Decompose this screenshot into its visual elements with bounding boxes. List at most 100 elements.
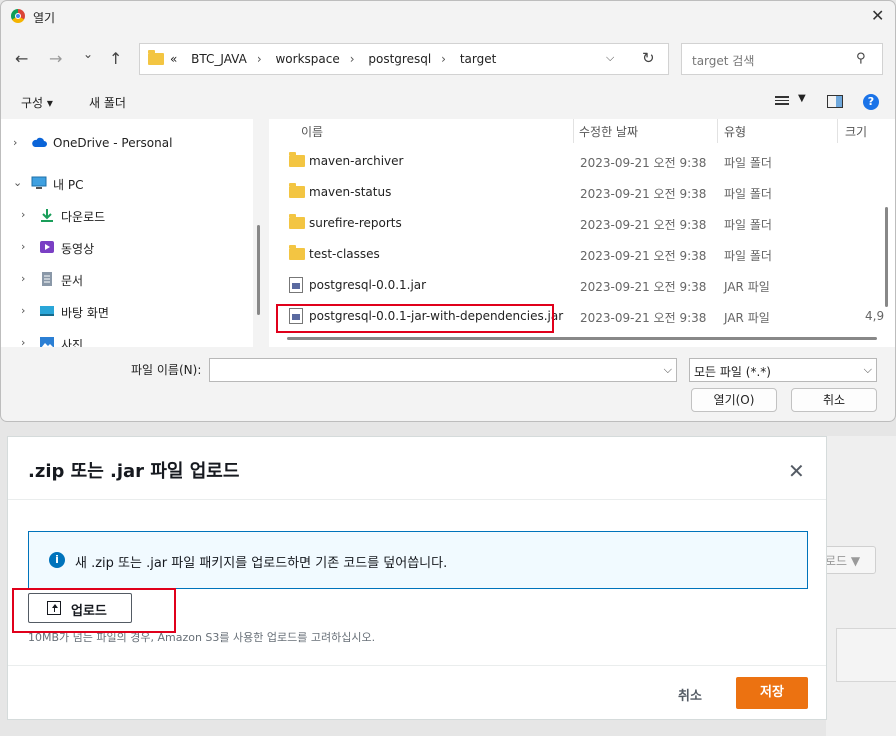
file-date: 2023-09-21 오전 9:38 [580, 311, 707, 325]
tree-item-videos[interactable]: › 동영상 [1, 237, 251, 259]
file-name: postgresql-0.0.1.jar [309, 278, 427, 292]
chevron-right-icon: › [21, 240, 26, 253]
folder-icon [289, 152, 305, 167]
chevron-down-icon[interactable]: ⌵ [664, 363, 672, 377]
chevron-right-icon: › [21, 272, 26, 285]
breadcrumb: « BTC_JAVA › workspace › postgresql › targe… [170, 52, 506, 66]
chevron-right-icon: › [21, 336, 26, 347]
column-header-size[interactable]: 크기 [845, 123, 867, 140]
sort-ascending-icon: ^ [429, 119, 438, 126]
column-divider[interactable] [717, 119, 718, 143]
column-divider[interactable] [573, 119, 574, 143]
highlight-box-jar [276, 304, 554, 333]
tree-item-downloads[interactable]: › 다운로드 [1, 205, 251, 227]
nav-pane-scrollbar[interactable] [257, 225, 260, 315]
search-placeholder: target 검색 [692, 54, 755, 68]
column-divider[interactable] [837, 119, 838, 143]
close-icon[interactable]: ✕ [788, 459, 805, 483]
download-icon [39, 208, 55, 222]
chevron-down-icon: ⌵ [863, 363, 872, 376]
chrome-icon [11, 9, 25, 23]
back-arrow-icon[interactable]: ← [15, 49, 28, 68]
file-type: JAR 파일 [724, 311, 770, 325]
file-type: 파일 폴더 [724, 156, 772, 170]
title-bar: 열기 ✕ [1, 1, 895, 33]
file-row[interactable]: surefire-reports 2023-09-21 오전 9:38 파일 폴… [277, 208, 877, 238]
breadcrumb-overflow[interactable]: « [170, 52, 177, 66]
column-header-date[interactable]: 수정한 날짜 [579, 123, 638, 140]
tree-item-pictures[interactable]: › 사진 [1, 333, 251, 347]
save-button[interactable]: 저장 [736, 677, 808, 709]
folder-icon [289, 214, 305, 229]
tree-item-label: 동영상 [61, 242, 95, 256]
upload-modal: .zip 또는 .jar 파일 업로드 ✕ i 새 .zip 또는 .jar 파… [7, 436, 827, 720]
filename-input[interactable]: ⌵ [209, 358, 677, 382]
view-options-icon[interactable] [775, 96, 789, 107]
chevron-right-icon: › [13, 136, 18, 149]
view-dropdown-icon[interactable]: ▼ [798, 93, 806, 104]
file-date: 2023-09-21 오전 9:38 [580, 156, 707, 170]
cancel-button[interactable]: 취소 [791, 388, 877, 412]
chevron-right-icon: › [21, 304, 26, 317]
file-row[interactable]: maven-archiver 2023-09-21 오전 9:38 파일 폴더 [277, 146, 877, 176]
tree-item-documents[interactable]: › 문서 [1, 269, 251, 291]
breadcrumb-item[interactable]: postgresql [368, 52, 431, 66]
horizontal-scrollbar[interactable] [287, 337, 877, 340]
breadcrumb-item[interactable]: target [460, 52, 497, 66]
highlight-box-upload [12, 588, 176, 633]
file-date: 2023-09-21 오전 9:38 [580, 249, 707, 263]
file-name: maven-status [309, 185, 392, 199]
up-arrow-icon[interactable]: ↑ [109, 49, 122, 68]
refresh-icon[interactable]: ↻ [642, 49, 655, 67]
file-date: 2023-09-21 오전 9:38 [580, 187, 707, 201]
filetype-select[interactable]: 모든 파일 (*.*) ⌵ [689, 358, 877, 382]
tree-item-label: 문서 [61, 274, 84, 288]
file-row[interactable]: test-classes 2023-09-21 오전 9:38 파일 폴더 [277, 239, 877, 269]
tree-item-label: 내 PC [53, 178, 84, 192]
divider [8, 665, 826, 666]
filename-label: 파일 이름(N): [131, 363, 202, 377]
tree-item-this-pc[interactable]: ⌄ 내 PC [1, 173, 251, 195]
cancel-button[interactable]: 취소 [678, 685, 702, 704]
picture-icon [39, 336, 55, 347]
address-bar[interactable]: « BTC_JAVA › workspace › postgresql › targe… [139, 43, 669, 75]
chevron-down-icon: ⌄ [13, 176, 23, 189]
chevron-down-icon[interactable]: ⌵ [606, 51, 614, 65]
file-name: test-classes [309, 247, 380, 261]
file-open-dialog: 열기 ✕ ← → ⌄ ↑ « BTC_JAVA › workspace › post… [0, 0, 896, 422]
document-icon [39, 272, 55, 286]
open-button[interactable]: 열기(O) [691, 388, 777, 412]
new-folder-button[interactable]: 새 폴더 [89, 94, 126, 111]
preview-pane-icon[interactable] [827, 95, 843, 108]
chevron-right-icon: › [441, 52, 446, 66]
help-icon[interactable]: ? [863, 94, 879, 110]
column-header-type[interactable]: 유형 [724, 123, 746, 140]
vertical-scrollbar[interactable] [885, 207, 888, 307]
tree-item-label: 사진 [61, 338, 84, 347]
file-name: maven-archiver [309, 154, 404, 168]
pc-icon [31, 176, 47, 190]
organize-menu[interactable]: 구성 ▾ [21, 94, 53, 111]
info-icon: i [49, 552, 65, 568]
close-icon[interactable]: ✕ [871, 6, 884, 25]
tree-item-onedrive[interactable]: › OneDrive - Personal [1, 133, 251, 155]
tree-item-desktop[interactable]: › 바탕 화면 [1, 301, 251, 323]
chevron-right-icon: › [256, 52, 262, 66]
file-row[interactable]: maven-status 2023-09-21 오전 9:38 파일 폴더 [277, 177, 877, 207]
breadcrumb-item[interactable]: workspace [275, 52, 339, 66]
folder-icon [289, 245, 305, 260]
file-date: 2023-09-21 오전 9:38 [580, 280, 707, 294]
file-row[interactable]: postgresql-0.0.1.jar 2023-09-21 오전 9:38 … [277, 270, 877, 300]
column-header-name[interactable]: 이름 [301, 123, 323, 140]
toolbar: 구성 ▾ 새 폴더 ▼ ? [1, 87, 895, 117]
jar-file-icon [289, 277, 303, 293]
cloud-icon [31, 136, 47, 150]
chevron-right-icon: › [21, 208, 26, 221]
recent-locations-chevron-icon[interactable]: ⌄ [83, 47, 93, 61]
forward-arrow-icon[interactable]: → [49, 49, 62, 68]
search-input[interactable]: target 검색 ⚲ [681, 43, 883, 75]
divider [8, 499, 826, 500]
breadcrumb-item[interactable]: BTC_JAVA [191, 52, 247, 66]
file-type: 파일 폴더 [724, 218, 772, 232]
video-icon [39, 240, 55, 254]
